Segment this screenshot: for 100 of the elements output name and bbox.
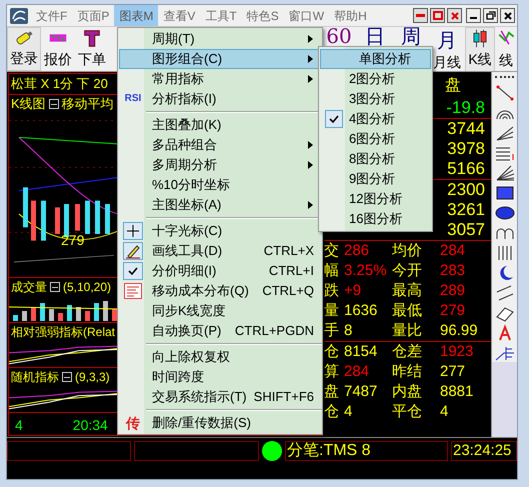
menu-item[interactable]: 移动成本分布(Q) CTRL+Q <box>119 281 321 301</box>
menu-item[interactable]: 周期(T) <box>119 29 321 49</box>
menu-item[interactable]: RSI 分析指标(I) <box>119 89 321 109</box>
menu-item[interactable]: 主图叠加(K) <box>119 115 321 135</box>
quote-label: 量比 <box>392 321 423 341</box>
menu-item[interactable]: 多品种组合 <box>119 135 321 155</box>
collapse-icon[interactable] <box>62 372 72 382</box>
volume-bar <box>85 311 90 321</box>
candle <box>75 204 80 231</box>
period-button[interactable]: 60 <box>321 27 357 45</box>
quote-value: 3057 <box>447 220 485 240</box>
quote-value: 277 <box>440 362 466 382</box>
rectangle-icon[interactable] <box>494 184 516 202</box>
quote-label: 内盘 <box>392 382 423 402</box>
period-button[interactable]: 周 <box>393 27 429 45</box>
menu-item[interactable]: 传 删除/重传数据(S) <box>119 413 321 433</box>
period-button[interactable]: 月 月线 <box>429 27 465 72</box>
quote-value: +9 <box>344 281 362 301</box>
menu-item[interactable]: 分价明细(I) CTRL+I <box>119 261 321 281</box>
check-icon <box>325 110 343 128</box>
menu-bar-item[interactable]: 工具T <box>200 5 242 26</box>
menu-item[interactable]: 向上除权复权 <box>119 347 321 367</box>
menu-item[interactable]: 多周期分析 <box>119 155 321 175</box>
quote-value: 3.25% <box>344 261 388 281</box>
menu-bar-item[interactable]: 查看V <box>158 5 200 26</box>
collapse-icon[interactable] <box>50 282 60 292</box>
menu-item[interactable]: 9图分析 <box>320 169 431 189</box>
menu-item[interactable]: 单图分析 <box>320 49 431 69</box>
menu-bar-item[interactable]: 页面P <box>72 5 114 26</box>
period-button[interactable]: 日 <box>357 27 393 45</box>
collapse-icon[interactable] <box>48 99 59 109</box>
menu-item[interactable]: 图形组合(C) <box>119 49 321 69</box>
menu-item[interactable]: 2图分析 <box>320 69 431 89</box>
menu-bar-item[interactable]: 窗口W <box>284 5 330 26</box>
line-segment-icon[interactable] <box>494 84 516 102</box>
menu-item[interactable]: 6图分析 <box>320 129 431 149</box>
quote-value: 8 <box>344 321 354 341</box>
candle <box>41 200 46 241</box>
menu-item[interactable]: 画线工具(D) CTRL+X <box>119 241 321 261</box>
menu-item[interactable]: 同步K线宽度 <box>119 301 321 321</box>
menu-bar-item[interactable]: 帮助H <box>329 5 372 26</box>
period-glyph: 月 <box>437 28 457 52</box>
indicator-label: 移动平均 <box>62 95 114 113</box>
candle <box>31 200 36 241</box>
quote-label: 平仓 <box>392 402 423 422</box>
menu-bar-item[interactable]: 特色S <box>242 5 284 26</box>
menu-item[interactable]: 主图坐标(A) <box>119 195 321 215</box>
menu-item[interactable]: 时间跨度 <box>119 367 321 387</box>
quote-label: 昨结 <box>392 362 423 382</box>
quote-label: 交 <box>324 241 340 261</box>
menu-item[interactable]: 自动换页(P) CTRL+PGDN <box>119 321 321 341</box>
quote-value: 4 <box>344 402 354 422</box>
quote-value: 3744 <box>447 119 485 139</box>
menu-item[interactable]: 十字光标(C) <box>119 221 321 241</box>
ruler-icon <box>495 76 514 80</box>
volume-bar <box>22 311 27 321</box>
toolbar-button[interactable]: 报价 <box>41 27 75 71</box>
candle <box>85 200 90 234</box>
toolbar-button[interactable]: 线 <box>495 27 517 72</box>
candle <box>23 187 28 228</box>
menu-bar-item[interactable]: 图表M <box>114 5 158 26</box>
quote-value: -19.8 <box>446 98 485 118</box>
menu-item[interactable]: 常用指标 <box>119 69 321 89</box>
menu-item[interactable]: 8图分析 <box>320 149 431 169</box>
quote-value: 8154 <box>344 342 378 362</box>
indicator-title: 成交量 <box>11 279 47 296</box>
pencil-icon <box>123 242 143 260</box>
quote-label: 最高 <box>392 281 423 301</box>
status-time: 23:24:25 <box>451 441 517 461</box>
menu-item[interactable]: 3图分析 <box>320 89 431 109</box>
panel-title: 盘 <box>445 76 461 96</box>
quote-value: 283 <box>440 261 466 281</box>
quote-label: 盘 <box>324 382 340 402</box>
volume-bar <box>94 303 99 321</box>
menu-bar-item[interactable]: 文件F <box>31 5 72 26</box>
close-button[interactable] <box>500 8 515 23</box>
step-lines-icon[interactable] <box>494 344 516 362</box>
toolbar-button[interactable]: K线 <box>465 27 495 72</box>
minimize-child-button[interactable] <box>413 8 428 23</box>
chart-label: K线图 <box>11 95 46 113</box>
menu-item[interactable]: 4图分析 <box>320 109 431 129</box>
restore-icon <box>486 11 496 20</box>
quote-label: 均价 <box>392 241 423 261</box>
ellipse-icon[interactable] <box>494 204 516 222</box>
quote-value: 1923 <box>440 342 474 362</box>
menu-item[interactable]: 16图分析 <box>320 209 431 229</box>
indicator-title: 随机指标 <box>11 369 59 386</box>
toolbar-button[interactable]: 下单 <box>75 27 109 71</box>
volume-bar <box>13 315 18 321</box>
quote-value: 3978 <box>447 139 485 159</box>
chart-title: 松茸 X 1分 下 20 <box>11 75 108 93</box>
menu-item[interactable]: 12图分析 <box>320 189 431 209</box>
maximize-child-button[interactable] <box>430 8 445 23</box>
minimize-icon <box>470 17 477 19</box>
menu-item[interactable]: %10分时坐标 <box>119 175 321 195</box>
close-child-button[interactable] <box>447 8 462 23</box>
menu-item[interactable]: 交易系统指示(T) SHIFT+F6 <box>119 387 321 407</box>
restore-button[interactable] <box>483 8 498 23</box>
minimize-button[interactable] <box>466 8 481 23</box>
toolbar-button[interactable]: 登录 <box>7 27 41 71</box>
